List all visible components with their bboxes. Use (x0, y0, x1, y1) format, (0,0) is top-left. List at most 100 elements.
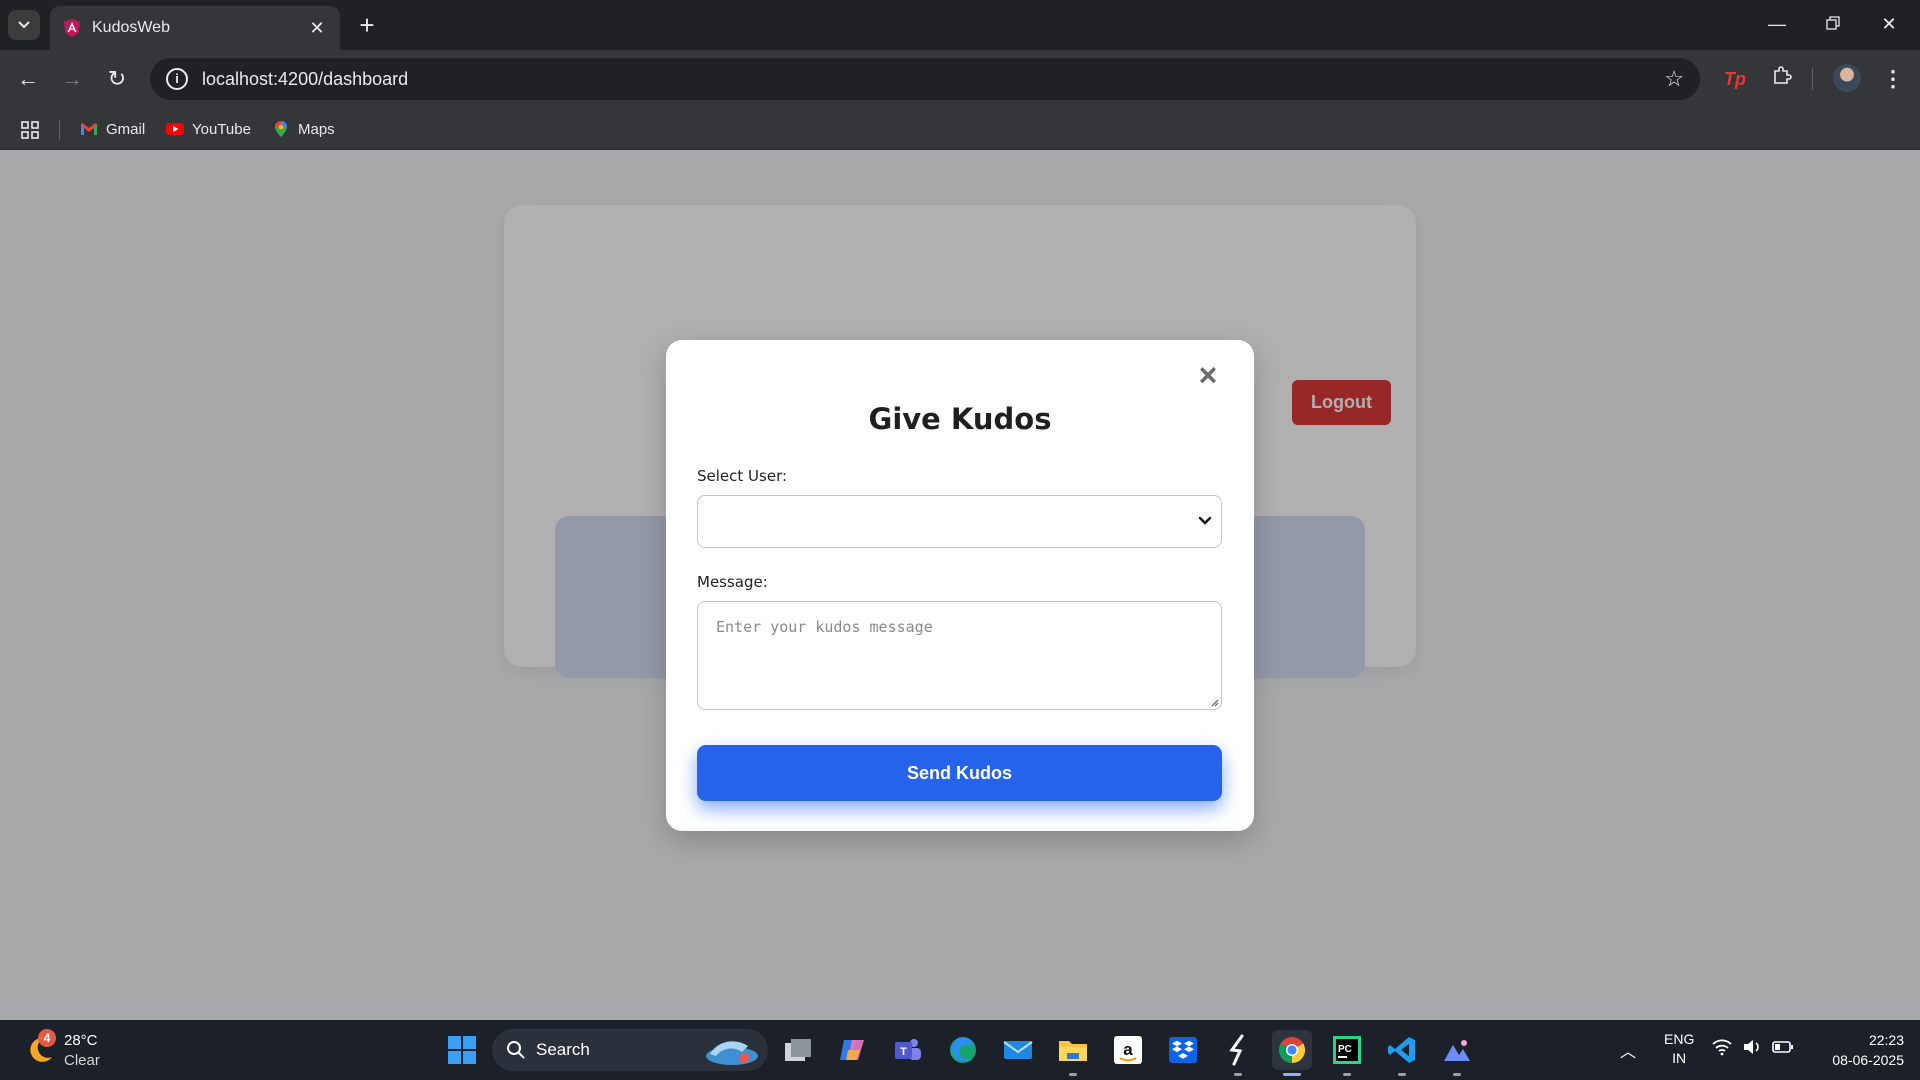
svg-text:PC: PC (1338, 1044, 1352, 1055)
taskbar-clock[interactable]: 22:23 08-06-2025 (1812, 1030, 1904, 1070)
bookmark-star-icon[interactable]: ☆ (1664, 66, 1684, 92)
extension-tp-icon[interactable]: Tp (1720, 64, 1750, 94)
language-indicator[interactable]: ENG IN (1664, 1030, 1694, 1068)
taskbar-search[interactable]: Search (492, 1029, 768, 1071)
copilot-icon (840, 1040, 864, 1060)
taskbar-mail[interactable] (998, 1030, 1038, 1070)
message-textarea[interactable]: Enter your kudos message (697, 601, 1222, 710)
tab-title: KudosWeb (92, 19, 170, 36)
bookmark-maps[interactable]: Maps (272, 116, 335, 142)
language-code: ENG (1664, 1031, 1695, 1047)
lightning-app-icon (1229, 1034, 1244, 1066)
gmail-icon (81, 123, 97, 135)
kebab-menu-icon[interactable]: ⋮ (1878, 64, 1908, 94)
chevron-down-icon (1198, 516, 1212, 525)
reload-icon[interactable]: ↻ (101, 63, 133, 95)
angular-favicon-icon (64, 19, 80, 37)
resize-grip-icon[interactable] (1209, 697, 1219, 707)
weather-temperature: 28°C (64, 1032, 98, 1049)
apps-grid-icon[interactable] (20, 120, 40, 140)
taskbar-edge[interactable] (943, 1030, 983, 1070)
taskbar-dropbox[interactable] (1163, 1030, 1203, 1070)
message-placeholder: Enter your kudos message (716, 618, 933, 636)
address-url[interactable]: localhost:4200/dashboard (202, 69, 1664, 90)
tab-close-icon[interactable]: ✕ (306, 18, 328, 39)
tray-overflow-chevron-icon[interactable]: ︿ (1620, 1038, 1636, 1062)
bookmarks-separator (59, 120, 60, 140)
select-user-label: Select User: (697, 467, 788, 485)
youtube-icon (166, 123, 184, 135)
battery-icon (1772, 1041, 1793, 1053)
mail-icon (1003, 1041, 1033, 1059)
taskbar-vscode[interactable] (1382, 1030, 1422, 1076)
vscode-icon (1388, 1037, 1415, 1063)
window-close-icon[interactable]: ✕ (1866, 8, 1912, 40)
modal-close-icon[interactable]: × (1194, 359, 1222, 391)
taskbar-unknown-app[interactable] (1218, 1030, 1258, 1076)
taskbar-chrome[interactable] (1272, 1030, 1312, 1076)
bookmark-label: Gmail (106, 120, 146, 138)
folder-icon (1059, 1041, 1087, 1061)
taskbar-teams[interactable]: T (888, 1030, 928, 1070)
new-tab-button[interactable]: + (352, 8, 382, 42)
search-icon (507, 1041, 525, 1059)
system-tray[interactable] (1712, 1038, 1794, 1056)
chevron-down-icon (18, 21, 30, 29)
weather-widget[interactable]: 4 28°C Clear (20, 1029, 140, 1073)
modal-title: Give Kudos (868, 402, 1052, 436)
taskbar-photos[interactable] (1437, 1030, 1477, 1076)
bookmark-label: Maps (298, 120, 335, 138)
user-select[interactable] (697, 495, 1222, 548)
bookmark-youtube[interactable]: YouTube (166, 116, 251, 142)
weather-badge: 4 (38, 1029, 56, 1047)
svg-text:T: T (900, 1046, 907, 1058)
tab-search-button[interactable] (8, 10, 40, 40)
browser-tab-kudosweb[interactable]: KudosWeb ✕ (50, 6, 340, 50)
running-indicator (1234, 1073, 1242, 1076)
profile-avatar[interactable] (1833, 64, 1861, 92)
running-indicator (1069, 1073, 1077, 1076)
clock-date: 08-06-2025 (1832, 1052, 1904, 1068)
language-region: IN (1672, 1050, 1687, 1066)
taskbar-file-explorer[interactable] (1053, 1030, 1093, 1076)
running-indicator (1283, 1073, 1301, 1076)
taskbar-amazon[interactable]: a (1108, 1030, 1148, 1070)
browser-toolbar: ← → ↻ i localhost:4200/dashboard ☆ Tp ⋮ (0, 50, 1920, 108)
extensions-puzzle-icon[interactable] (1767, 64, 1797, 94)
maps-pin-icon (275, 121, 287, 137)
clock-time: 22:23 (1868, 1032, 1904, 1048)
edge-icon (950, 1037, 976, 1063)
svg-text:a: a (1123, 1040, 1133, 1059)
browser-titlebar: KudosWeb ✕ + — ✕ (0, 0, 1920, 50)
taskbar-task-view[interactable] (778, 1030, 818, 1070)
dropbox-icon (1169, 1037, 1197, 1063)
pycharm-icon: PC (1333, 1036, 1361, 1064)
site-info-icon[interactable]: i (166, 68, 188, 90)
bookmark-gmail[interactable]: Gmail (80, 116, 145, 142)
amazon-icon: a (1114, 1036, 1142, 1064)
taskbar-search-placeholder: Search (536, 1040, 590, 1059)
toolbar-separator (1812, 68, 1813, 90)
taskbar-copilot[interactable] (833, 1030, 873, 1070)
running-indicator (1343, 1073, 1351, 1076)
restore-icon[interactable] (1810, 8, 1856, 40)
windows-taskbar: 4 28°C Clear Search T a PC ︿ ENG IN 22:2… (0, 1020, 1920, 1080)
wifi-icon (1712, 1039, 1732, 1056)
volume-icon (1744, 1040, 1759, 1054)
address-bar[interactable]: i localhost:4200/dashboard ☆ (150, 58, 1700, 100)
taskbar-pycharm[interactable]: PC (1327, 1030, 1367, 1076)
task-view-icon (785, 1039, 811, 1061)
minimize-icon[interactable]: — (1754, 8, 1800, 40)
windows-start-icon[interactable] (442, 1030, 482, 1070)
back-arrow-icon[interactable]: ← (12, 63, 44, 95)
running-indicator (1453, 1073, 1461, 1076)
bookmarks-bar: Gmail YouTube Maps (0, 108, 1920, 150)
running-indicator (1398, 1073, 1406, 1076)
photos-icon (1444, 1040, 1470, 1061)
forward-arrow-icon[interactable]: → (56, 63, 88, 95)
search-highlight-art-icon (706, 1041, 758, 1065)
weather-condition: Clear (64, 1052, 100, 1069)
bookmark-label: YouTube (192, 120, 251, 138)
send-kudos-button[interactable]: Send Kudos (697, 745, 1222, 801)
message-label: Message: (697, 573, 768, 591)
